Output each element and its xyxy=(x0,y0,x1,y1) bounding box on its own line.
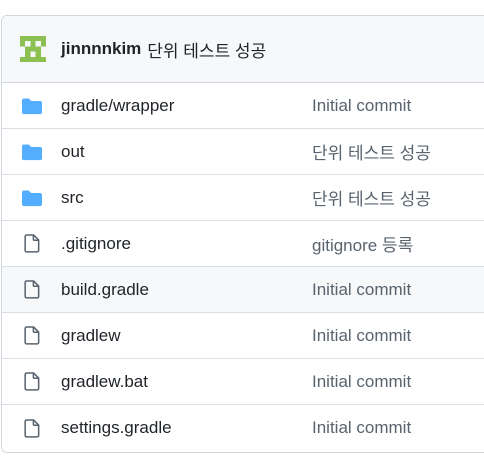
commit-message-link[interactable]: gitignore 등록 xyxy=(312,231,413,256)
file-row[interactable]: gradlew.bat Initial commit xyxy=(2,359,484,405)
file-name-link[interactable]: gradlew.bat xyxy=(61,372,312,392)
file-icon xyxy=(21,279,43,301)
folder-icon xyxy=(21,187,43,209)
file-name-link[interactable]: src xyxy=(61,188,312,208)
file-browser: jinnnnkim 단위 테스트 성공 gradle/wrapper Initia… xyxy=(1,15,484,453)
commit-message-link[interactable]: 단위 테스트 성공 xyxy=(312,139,431,164)
file-name-link[interactable]: gradlew xyxy=(61,326,312,346)
folder-icon xyxy=(21,141,43,163)
file-row[interactable]: out 단위 테스트 성공 xyxy=(2,129,484,175)
commit-author-link[interactable]: jinnnnkim xyxy=(61,39,141,59)
file-row[interactable]: src 단위 테스트 성공 xyxy=(2,175,484,221)
commit-message-link[interactable]: Initial commit xyxy=(312,418,411,438)
commit-message-link[interactable]: 단위 테스트 성공 xyxy=(312,185,431,210)
file-row[interactable]: gradlew Initial commit xyxy=(2,313,484,359)
folder-icon xyxy=(21,95,43,117)
file-name-link[interactable]: out xyxy=(61,142,312,162)
file-row[interactable]: .gitignore gitignore 등록 xyxy=(2,221,484,267)
file-row[interactable]: gradle/wrapper Initial commit xyxy=(2,83,484,129)
latest-commit-message[interactable]: 단위 테스트 성공 xyxy=(147,37,266,62)
commit-message-link[interactable]: Initial commit xyxy=(312,96,411,116)
file-list: gradle/wrapper Initial commit out 단위 테스트 성공… xyxy=(2,83,484,451)
commit-message-link[interactable]: Initial commit xyxy=(312,372,411,392)
avatar[interactable] xyxy=(16,32,50,66)
file-icon xyxy=(21,233,43,255)
file-name-link[interactable]: settings.gradle xyxy=(61,418,312,438)
file-row[interactable]: build.gradle Initial commit xyxy=(2,267,484,313)
latest-commit-header: jinnnnkim 단위 테스트 성공 xyxy=(2,16,484,83)
file-icon xyxy=(21,417,43,439)
commit-message-link[interactable]: Initial commit xyxy=(312,326,411,346)
file-row[interactable]: settings.gradle Initial commit xyxy=(2,405,484,451)
file-name-link[interactable]: build.gradle xyxy=(61,280,312,300)
file-name-link[interactable]: .gitignore xyxy=(61,234,312,254)
commit-message-link[interactable]: Initial commit xyxy=(312,280,411,300)
identicon-avatar-icon xyxy=(20,36,46,62)
file-icon xyxy=(21,325,43,347)
file-name-link[interactable]: gradle/wrapper xyxy=(61,96,312,116)
file-icon xyxy=(21,371,43,393)
